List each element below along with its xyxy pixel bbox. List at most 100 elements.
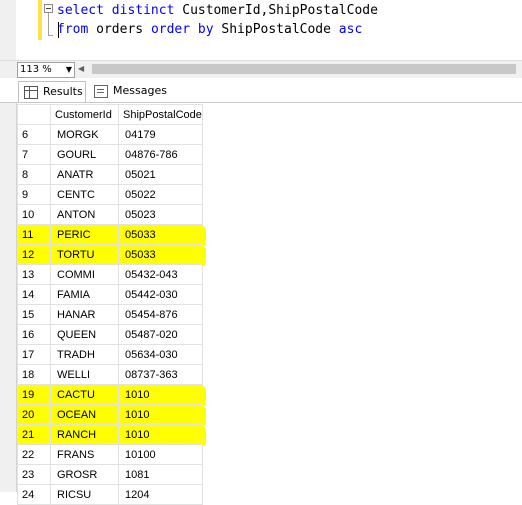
row-number-cell[interactable]: 12 bbox=[17, 244, 51, 265]
row-number-cell[interactable]: 10 bbox=[17, 204, 51, 225]
tab-results[interactable]: Results bbox=[18, 81, 86, 102]
table-row[interactable]: 22 FRANS 10100 bbox=[17, 444, 203, 465]
customerid-cell[interactable]: MORGK bbox=[50, 124, 119, 145]
zoom-value: 113 % bbox=[20, 64, 52, 75]
identifier-shippostalcode: ShipPostalCode bbox=[268, 3, 378, 18]
table-row[interactable]: 23 GROSR 1081 bbox=[17, 464, 203, 485]
customerid-cell[interactable]: HANAR bbox=[50, 304, 119, 325]
table-row[interactable]: 11 PERIC 05033 bbox=[17, 224, 203, 245]
row-number-cell[interactable]: 23 bbox=[17, 464, 51, 485]
row-number-cell[interactable]: 8 bbox=[17, 164, 51, 185]
row-number-cell[interactable]: 24 bbox=[17, 484, 51, 505]
table-row[interactable]: 21 RANCH 1010 bbox=[17, 424, 203, 445]
customerid-cell[interactable]: CENTC bbox=[50, 184, 119, 205]
customerid-cell[interactable]: QUEEN bbox=[50, 324, 119, 345]
customerid-cell[interactable]: GROSR bbox=[50, 464, 119, 485]
table-row[interactable]: 17 TRADH 05634-030 bbox=[17, 344, 203, 365]
shippostalcode-cell[interactable]: 05454-876 bbox=[118, 304, 203, 325]
shippostalcode-cell[interactable]: 04179 bbox=[118, 124, 203, 145]
shippostalcode-cell[interactable]: 05023 bbox=[118, 204, 203, 225]
shippostalcode-cell[interactable]: 1204 bbox=[118, 484, 203, 505]
table-row[interactable]: 19 CACTU 1010 bbox=[17, 384, 203, 405]
row-number-cell[interactable]: 6 bbox=[17, 124, 51, 145]
row-number-cell[interactable]: 11 bbox=[17, 224, 51, 245]
row-number-header[interactable] bbox=[17, 104, 51, 125]
scroll-left-icon[interactable]: ◀ bbox=[78, 64, 86, 74]
shippostalcode-cell[interactable]: 05487-020 bbox=[118, 324, 203, 345]
row-number-cell[interactable]: 22 bbox=[17, 444, 51, 465]
table-row[interactable]: 24 RICSU 1204 bbox=[17, 484, 203, 505]
customerid-cell[interactable]: FAMIA bbox=[50, 284, 119, 305]
shippostalcode-cell[interactable]: 1010 bbox=[118, 424, 203, 445]
shippostalcode-cell[interactable]: 05634-030 bbox=[118, 344, 203, 365]
row-number-cell[interactable]: 9 bbox=[17, 184, 51, 205]
customerid-cell[interactable]: WELLI bbox=[50, 364, 119, 385]
zoom-select[interactable]: 113 % ▼ bbox=[17, 62, 75, 78]
shippostalcode-cell[interactable]: 05442-030 bbox=[118, 284, 203, 305]
customerid-cell[interactable]: ANATR bbox=[50, 164, 119, 185]
keyword-select: select bbox=[57, 3, 104, 18]
table-row[interactable]: 15 HANAR 05454-876 bbox=[17, 304, 203, 325]
shippostalcode-cell[interactable]: 04876-786 bbox=[118, 144, 203, 165]
customerid-cell[interactable]: COMMI bbox=[50, 264, 119, 285]
column-header-shippostalcode[interactable]: ShipPostalCode bbox=[118, 104, 203, 125]
horizontal-scrollbar-thumb[interactable] bbox=[92, 64, 516, 74]
customerid-cell[interactable]: PERIC bbox=[50, 224, 119, 245]
tab-messages-label: Messages bbox=[113, 84, 167, 97]
customerid-cell[interactable]: TRADH bbox=[50, 344, 119, 365]
shippostalcode-cell[interactable]: 05021 bbox=[118, 164, 203, 185]
table-row[interactable]: 16 QUEEN 05487-020 bbox=[17, 324, 203, 345]
customerid-cell[interactable]: GOURL bbox=[50, 144, 119, 165]
code-line-2[interactable]: from orders order by ShipPostalCode asc bbox=[57, 21, 362, 39]
customerid-cell[interactable]: CACTU bbox=[50, 384, 119, 405]
shippostalcode-cell[interactable]: 05033 bbox=[118, 224, 203, 245]
shippostalcode-cell[interactable]: 08737-363 bbox=[118, 364, 203, 385]
table-row[interactable]: 10 ANTON 05023 bbox=[17, 204, 203, 225]
table-row[interactable]: 7 GOURL 04876-786 bbox=[17, 144, 203, 165]
table-row[interactable]: 14 FAMIA 05442-030 bbox=[17, 284, 203, 305]
keyword-distinct: distinct bbox=[111, 3, 175, 18]
row-number-cell[interactable]: 20 bbox=[17, 404, 51, 425]
table-row[interactable]: 6 MORGK 04179 bbox=[17, 124, 203, 145]
row-number-cell[interactable]: 16 bbox=[17, 324, 51, 345]
table-row[interactable]: 9 CENTC 05022 bbox=[17, 184, 203, 205]
chevron-down-icon[interactable]: ▼ bbox=[64, 63, 72, 77]
table-row[interactable]: 8 ANATR 05021 bbox=[17, 164, 203, 185]
column-header-customerid[interactable]: CustomerId bbox=[50, 104, 119, 125]
collapse-icon[interactable] bbox=[44, 4, 53, 13]
row-number-cell[interactable]: 18 bbox=[17, 364, 51, 385]
code-line-1[interactable]: select distinct CustomerId,ShipPostalCod… bbox=[57, 2, 378, 20]
row-number-cell[interactable]: 17 bbox=[17, 344, 51, 365]
tab-messages[interactable]: Messages bbox=[89, 81, 167, 101]
customerid-cell[interactable]: ANTON bbox=[50, 204, 119, 225]
highlight-mark bbox=[202, 405, 207, 426]
shippostalcode-cell[interactable]: 1010 bbox=[118, 384, 203, 405]
customerid-cell[interactable]: OCEAN bbox=[50, 404, 119, 425]
change-tracking-bar bbox=[38, 0, 42, 40]
customerid-cell[interactable]: RANCH bbox=[50, 424, 119, 445]
row-number-cell[interactable]: 21 bbox=[17, 424, 51, 445]
grid-left-gutter bbox=[0, 103, 17, 492]
table-row[interactable]: 13 COMMI 05432-043 bbox=[17, 264, 203, 285]
customerid-cell[interactable]: FRANS bbox=[50, 444, 119, 465]
row-number-cell[interactable]: 14 bbox=[17, 284, 51, 305]
table-row[interactable]: 20 OCEAN 1010 bbox=[17, 404, 203, 425]
highlight-mark bbox=[202, 245, 207, 266]
shippostalcode-cell[interactable]: 1010 bbox=[118, 404, 203, 425]
shippostalcode-cell[interactable]: 05022 bbox=[118, 184, 203, 205]
customerid-cell[interactable]: TORTU bbox=[50, 244, 119, 265]
row-number-cell[interactable]: 15 bbox=[17, 304, 51, 325]
shippostalcode-cell[interactable]: 05432-043 bbox=[118, 264, 203, 285]
shippostalcode-cell[interactable]: 05033 bbox=[118, 244, 203, 265]
table-row[interactable]: 12 TORTU 05033 bbox=[17, 244, 203, 265]
customerid-cell[interactable]: RICSU bbox=[50, 484, 119, 505]
query-editor[interactable]: select distinct CustomerId,ShipPostalCod… bbox=[0, 0, 522, 60]
shippostalcode-cell[interactable]: 10100 bbox=[118, 444, 203, 465]
row-number-cell[interactable]: 19 bbox=[17, 384, 51, 405]
results-grid[interactable]: CustomerId ShipPostalCode 6 MORGK 04179 7 GO… bbox=[17, 104, 203, 505]
results-tabs: Results Messages bbox=[0, 78, 522, 102]
shippostalcode-cell[interactable]: 1081 bbox=[118, 464, 203, 485]
row-number-cell[interactable]: 7 bbox=[17, 144, 51, 165]
table-row[interactable]: 18 WELLI 08737-363 bbox=[17, 364, 203, 385]
row-number-cell[interactable]: 13 bbox=[17, 264, 51, 285]
